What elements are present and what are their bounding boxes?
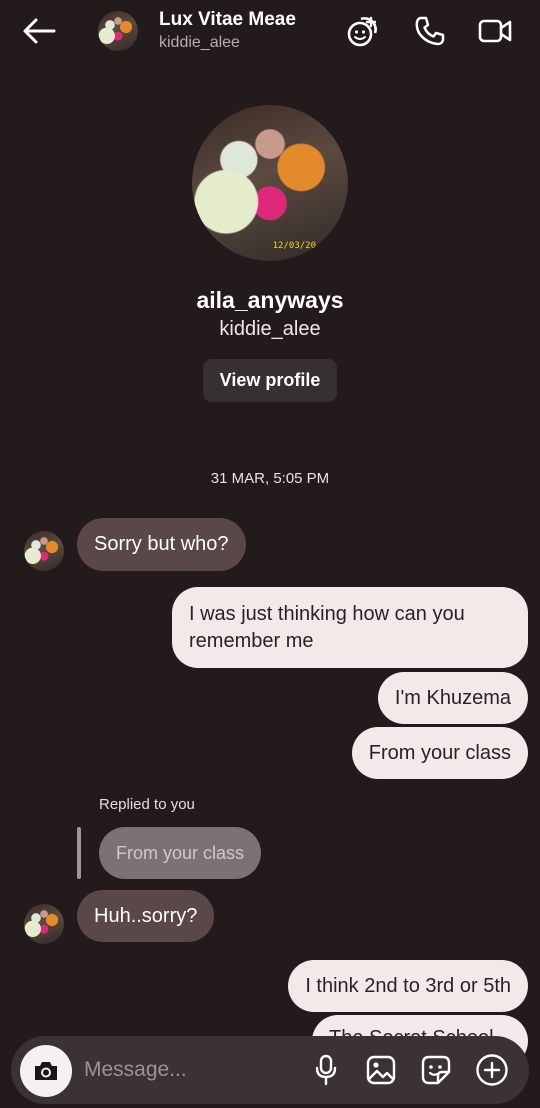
plus-icon: [476, 1054, 508, 1086]
message-composer: Message...: [11, 1036, 529, 1104]
message-bubble-incoming[interactable]: Huh..sorry?: [77, 890, 215, 942]
profile-name: aila_anyways: [196, 287, 344, 313]
chat-title: Lux Vitae Meae: [159, 9, 296, 30]
back-button[interactable]: [20, 14, 58, 48]
reply-quote-bubble[interactable]: From your class: [99, 827, 262, 879]
message-bubble-outgoing[interactable]: I think 2nd to 3rd or 5th: [288, 960, 528, 1012]
header-title-group[interactable]: Lux Vitae Meae kiddie_alee: [159, 8, 296, 54]
message-timestamp: 31 MAR, 5:05 PM: [210, 470, 330, 487]
sender-avatar[interactable]: [24, 531, 64, 571]
chat-header: Lux Vitae Meae kiddie_alee: [0, 0, 540, 64]
gallery-icon: [366, 1055, 396, 1085]
effects-icon: [347, 16, 377, 47]
video-call-button[interactable]: [477, 13, 513, 49]
phone-icon: [415, 16, 445, 46]
message-bubble-outgoing[interactable]: I was just thinking how can you remember…: [172, 587, 528, 668]
sender-avatar[interactable]: [24, 904, 64, 944]
back-arrow-icon: [23, 18, 56, 44]
sticker-button[interactable]: [418, 1052, 454, 1088]
microphone-icon: [315, 1054, 337, 1086]
profile-avatar[interactable]: 12/03/20: [192, 105, 348, 261]
profile-handle: kiddie_alee: [219, 318, 321, 340]
camera-button[interactable]: [20, 1045, 72, 1097]
more-options-button[interactable]: [474, 1052, 510, 1088]
video-camera-icon: [478, 19, 512, 43]
gallery-button[interactable]: [363, 1052, 399, 1088]
message-bubble-incoming[interactable]: Sorry but who?: [77, 518, 246, 571]
replied-to-label: Replied to you: [99, 796, 195, 813]
header-avatar[interactable]: [98, 11, 138, 51]
effects-button[interactable]: [345, 13, 381, 49]
view-profile-button[interactable]: View profile: [202, 359, 338, 402]
message-bubble-outgoing[interactable]: From your class: [351, 727, 528, 779]
voice-message-button[interactable]: [308, 1052, 344, 1088]
message-input[interactable]: Message...: [84, 1058, 187, 1082]
reply-indicator-bar: [77, 827, 81, 879]
camera-icon: [35, 1062, 57, 1080]
sticker-icon: [421, 1055, 451, 1085]
chat-subtitle: kiddie_alee: [159, 34, 240, 51]
message-bubble-outgoing[interactable]: I'm Khuzema: [377, 672, 528, 724]
profile-card: 12/03/20 aila_anyways kiddie_alee View p…: [0, 105, 540, 402]
call-button[interactable]: [412, 13, 448, 49]
photo-datestamp: 12/03/20: [272, 241, 316, 251]
